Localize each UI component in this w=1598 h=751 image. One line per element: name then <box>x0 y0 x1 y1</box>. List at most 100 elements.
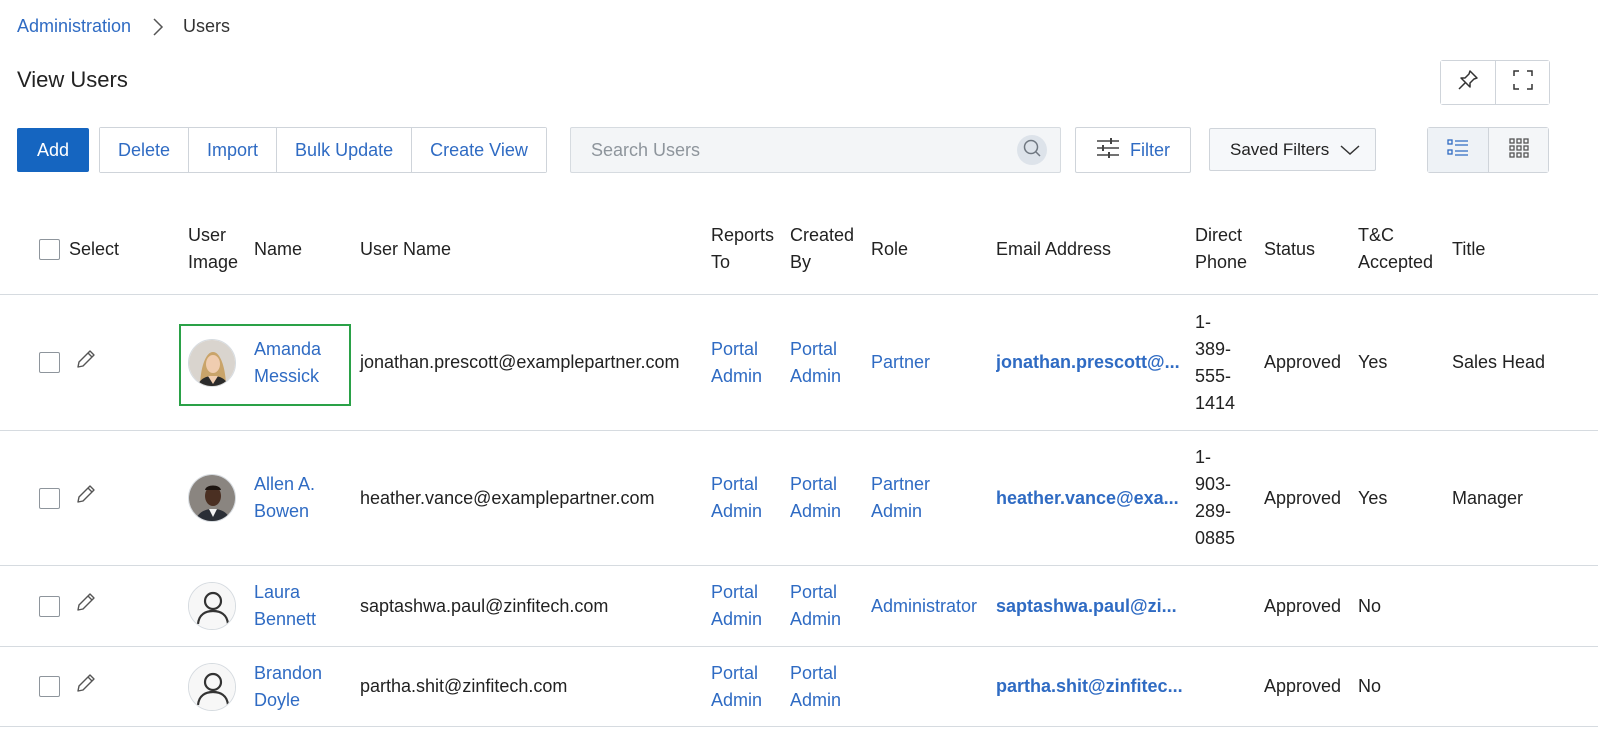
row-checkbox[interactable] <box>39 487 60 509</box>
select-all-checkbox[interactable] <box>39 238 60 260</box>
column-header-role[interactable]: Role <box>871 212 996 295</box>
pin-button[interactable] <box>1441 61 1495 104</box>
direct-phone-cell: 1- 389- 555- 1414 <box>1195 311 1236 413</box>
edit-pencil-icon[interactable] <box>74 671 98 703</box>
chevron-down-icon <box>1339 143 1361 157</box>
user-photo-avatar[interactable] <box>188 338 236 387</box>
page-title: View Users <box>17 67 128 92</box>
filter-label: Filter <box>1130 139 1170 160</box>
direct-phone-cell <box>1195 647 1264 727</box>
column-header-email[interactable]: Email Address <box>996 212 1195 295</box>
search-button[interactable] <box>1017 135 1047 165</box>
column-header-status[interactable]: Status <box>1264 212 1358 295</box>
column-header-title[interactable]: Title <box>1452 212 1598 295</box>
pin-icon <box>1457 69 1479 96</box>
user-name-link[interactable]: Brandon Doyle <box>254 663 322 710</box>
tc-accepted-cell: No <box>1358 676 1382 696</box>
reports-to-link[interactable]: Portal Admin <box>711 663 762 710</box>
breadcrumb-current: Users <box>183 16 231 36</box>
breadcrumb: Administration Users <box>17 16 230 37</box>
column-header-created-by[interactable]: Created By <box>790 212 871 295</box>
import-button[interactable]: Import <box>188 128 277 172</box>
create-view-button[interactable]: Create View <box>411 128 546 172</box>
tc-accepted-cell: Yes <box>1358 352 1388 372</box>
saved-filters-label: Saved Filters <box>1230 139 1330 159</box>
search-icon <box>1022 138 1042 163</box>
created-by-link[interactable]: Portal Admin <box>790 663 841 710</box>
search-input[interactable]: Search Users <box>570 127 1061 173</box>
status-cell: Approved <box>1264 352 1342 372</box>
list-view-button[interactable] <box>1428 128 1488 172</box>
column-header-reports-to[interactable]: Reports To <box>711 212 790 295</box>
column-header-user-name[interactable]: User Name <box>360 212 711 295</box>
saved-filters-dropdown[interactable]: Saved Filters <box>1209 128 1376 171</box>
created-by-link[interactable]: Portal Admin <box>790 339 841 386</box>
title-cell <box>1452 647 1598 727</box>
delete-button[interactable]: Delete <box>100 128 189 172</box>
breadcrumb-administration-link[interactable]: Administration <box>17 16 131 37</box>
column-header-tc-accepted[interactable]: T&C Accepted <box>1358 212 1452 295</box>
fullscreen-button[interactable] <box>1495 61 1549 104</box>
filter-button[interactable]: Filter <box>1075 127 1191 173</box>
title-cell: Sales Head <box>1452 352 1546 372</box>
view-toggle <box>1427 127 1549 173</box>
column-header-name[interactable]: Name <box>254 212 360 295</box>
edit-pencil-icon[interactable] <box>74 482 98 514</box>
bulk-update-button[interactable]: Bulk Update <box>276 128 412 172</box>
action-button-group: Delete Import Bulk Update Create View <box>99 127 547 173</box>
username-cell: jonathan.prescott@examplepartner.com <box>360 352 680 372</box>
username-cell: partha.shit@zinfitech.com <box>360 676 568 696</box>
edit-pencil-icon[interactable] <box>74 347 98 379</box>
column-header-select: Select <box>69 238 120 259</box>
user-photo-avatar[interactable] <box>188 474 236 522</box>
created-by-link[interactable]: Portal Admin <box>790 474 841 521</box>
row-checkbox[interactable] <box>39 676 60 697</box>
add-button[interactable]: Add <box>17 128 89 172</box>
email-link[interactable]: saptashwa.paul@zi... <box>996 593 1195 620</box>
direct-phone-cell <box>1195 566 1264 647</box>
role-link[interactable]: Partner <box>871 352 930 372</box>
default-user-icon[interactable] <box>188 662 236 711</box>
default-user-icon[interactable] <box>188 582 236 630</box>
status-cell: Approved <box>1264 595 1342 616</box>
table-row: Laura Bennett saptashwa.paul@zinfitech.co… <box>0 566 1598 647</box>
email-link[interactable]: heather.vance@exa... <box>996 485 1195 512</box>
table-row: Brandon Doyle partha.shit@zinfitech.com P… <box>0 647 1598 727</box>
direct-phone-cell: 1- 903- 289- 0885 <box>1195 447 1236 548</box>
toolbar: Add Delete Import Bulk Update Create Vie… <box>17 127 1577 173</box>
email-link[interactable]: partha.shit@zinfitec... <box>996 673 1195 700</box>
list-icon <box>1447 138 1469 163</box>
role-cell <box>871 647 996 727</box>
username-cell: heather.vance@examplepartner.com <box>360 487 655 508</box>
reports-to-link[interactable]: Portal Admin <box>711 582 762 629</box>
username-cell: saptashwa.paul@zinfitech.com <box>360 595 609 616</box>
column-header-user-image: User Image <box>188 225 239 272</box>
search-placeholder: Search Users <box>591 139 701 160</box>
chevron-right-icon <box>151 17 165 37</box>
tc-accepted-cell: No <box>1358 595 1382 616</box>
created-by-link[interactable]: Portal Admin <box>790 582 841 629</box>
edit-pencil-icon[interactable] <box>74 590 98 622</box>
table-row: Allen A. Bowen heather.vance@examplepartn… <box>0 431 1598 566</box>
expand-icon <box>1512 69 1534 96</box>
role-link[interactable]: Partner Admin <box>871 474 930 521</box>
user-name-link[interactable]: Amanda Messick <box>254 339 321 386</box>
grid-view-button[interactable] <box>1488 128 1548 172</box>
row-checkbox[interactable] <box>39 352 60 373</box>
reports-to-link[interactable]: Portal Admin <box>711 474 762 521</box>
reports-to-link[interactable]: Portal Admin <box>711 339 762 386</box>
table-header-row: Select User Image Name User Name Reports T… <box>0 212 1598 295</box>
tc-accepted-cell: Yes <box>1358 487 1388 508</box>
title-cell: Manager <box>1452 487 1524 508</box>
email-link[interactable]: jonathan.prescott@... <box>996 349 1195 376</box>
role-link[interactable]: Administrator <box>871 596 977 616</box>
users-table: Select User Image Name User Name Reports T… <box>0 212 1598 727</box>
table-row: Amanda Messick jonathan.prescott@examplep… <box>0 295 1598 431</box>
grid-icon <box>1508 137 1530 164</box>
user-name-link[interactable]: Allen A. Bowen <box>254 474 315 521</box>
user-name-link[interactable]: Laura Bennett <box>254 582 316 629</box>
column-header-direct-phone[interactable]: Direct Phone <box>1195 212 1264 295</box>
page-actions <box>1440 60 1550 105</box>
row-checkbox[interactable] <box>39 595 60 617</box>
status-cell: Approved <box>1264 487 1342 508</box>
